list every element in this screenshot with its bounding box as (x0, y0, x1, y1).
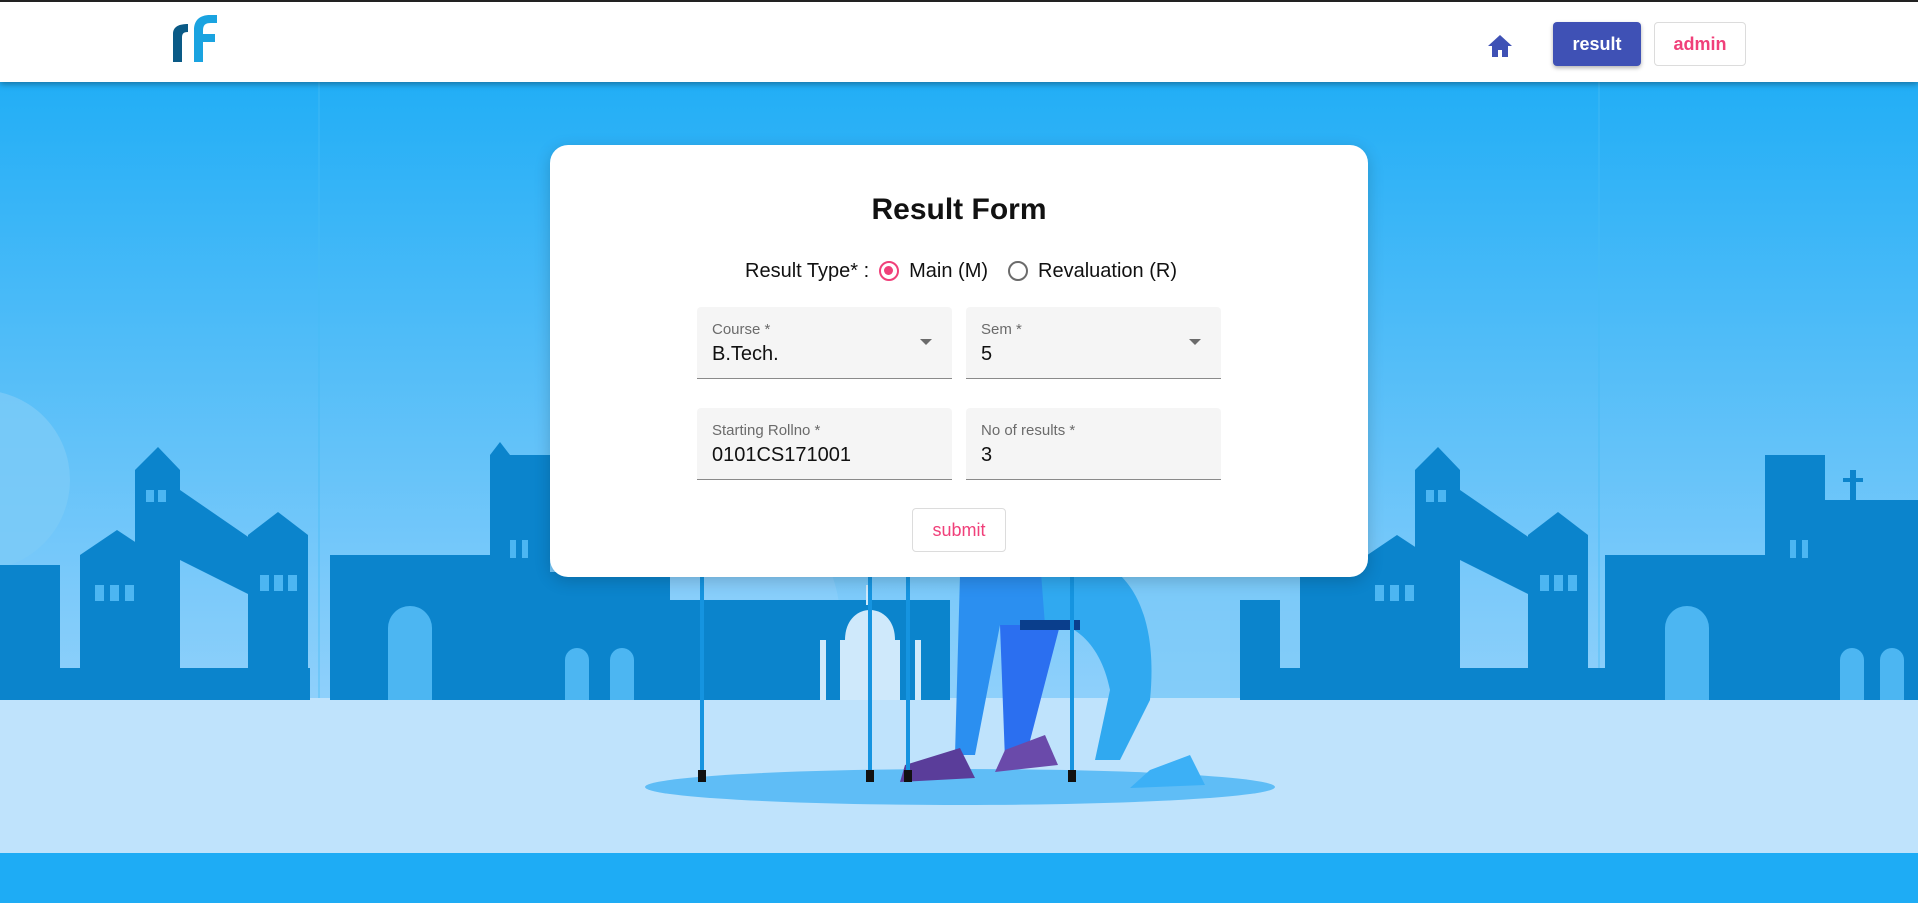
no-of-results-value: 3 (981, 444, 993, 466)
course-select[interactable]: Course * B.Tech. (697, 307, 952, 379)
result-type-label: Result Type* : (745, 259, 870, 282)
starting-rollno-input[interactable]: Starting Rollno * 0101CS171001 (697, 408, 952, 480)
no-of-results-label: No of results * (981, 422, 1076, 439)
form-title: Result Form (871, 193, 1047, 226)
top-navbar: result admin (0, 0, 1918, 82)
home-button[interactable] (1480, 28, 1520, 64)
course-label: Course * (712, 321, 771, 338)
sem-label: Sem * (981, 321, 1022, 338)
rf-logo[interactable] (170, 12, 222, 64)
course-value: B.Tech. (712, 343, 779, 365)
result-type-group: Result Type* : Main (M) Revaluation (R) (745, 255, 1191, 287)
radio-main-label: Main (M) (909, 259, 989, 282)
radio-revaluation-circle[interactable] (1008, 261, 1029, 281)
starting-rollno-label: Starting Rollno * (712, 422, 821, 439)
result-form-card: Result Form Result Type* : Main (M) Reva… (550, 145, 1368, 577)
radio-revaluation[interactable]: Revaluation (R) (1002, 260, 1177, 283)
radio-revaluation-label: Revaluation (R) (1038, 259, 1177, 282)
sem-value: 5 (981, 343, 993, 365)
chevron-down-icon (1189, 339, 1201, 345)
radio-main[interactable]: Main (M) (873, 260, 988, 283)
radio-main-circle[interactable] (879, 261, 900, 281)
starting-rollno-value: 0101CS171001 (712, 444, 852, 466)
no-of-results-input[interactable]: No of results * 3 (966, 408, 1221, 480)
result-nav-button[interactable]: result (1553, 22, 1641, 66)
home-icon (1488, 35, 1512, 57)
sem-select[interactable]: Sem * 5 (966, 307, 1221, 379)
submit-button[interactable]: submit (912, 508, 1006, 552)
chevron-down-icon (920, 339, 932, 345)
admin-nav-button[interactable]: admin (1654, 22, 1746, 66)
